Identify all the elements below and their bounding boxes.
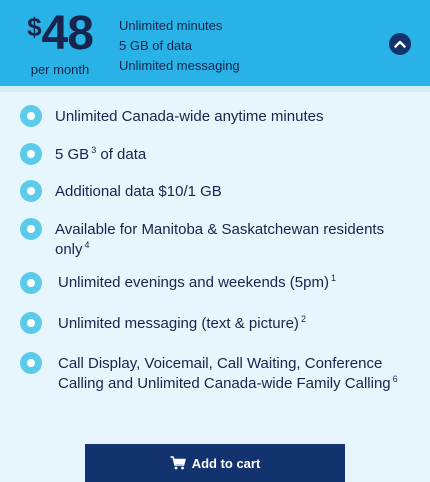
feature-text: Unlimited Canada-wide anytime minutes: [55, 108, 324, 125]
footnote-ref: 3: [91, 145, 97, 155]
footnote-ref: 1: [330, 273, 336, 283]
footnote-ref: 4: [84, 240, 90, 250]
chevron-up-icon: [394, 40, 406, 48]
footnote-ref: 2: [300, 314, 306, 324]
bullet-icon: [20, 180, 42, 202]
summary-line: 5 GB of data: [119, 38, 192, 53]
bullet-icon: [20, 352, 42, 374]
price-block: $ 48 per month: [18, 10, 102, 78]
price-amount: 48: [41, 7, 94, 60]
bullet-icon: [20, 218, 42, 240]
currency-symbol: $: [27, 12, 42, 42]
bullet-icon: [20, 312, 42, 334]
summary-line: Unlimited minutes: [119, 18, 223, 33]
plan-header: $ 48 per month Unlimited minutes 5 GB of…: [0, 0, 430, 86]
add-to-cart-label: Add to cart: [191, 455, 261, 471]
feature-text: Available for Manitoba & Saskatchewan re…: [55, 221, 385, 258]
bullet-icon: [20, 105, 42, 127]
collapse-button[interactable]: [389, 33, 411, 55]
feature-text: Additional data $10/1 GB: [55, 183, 222, 200]
cart-icon: [170, 456, 186, 470]
feature-text: Call Display, Voicemail, Call Waiting, C…: [58, 355, 398, 392]
bullet-icon: [20, 143, 42, 165]
feature-text: Unlimited evenings and weekends (5pm) 1: [58, 273, 336, 292]
feature-text: 5 GB 3 of data: [55, 145, 147, 164]
footnote-ref: 6: [392, 374, 398, 384]
feature-text: Unlimited messaging (text & picture) 2: [58, 314, 306, 333]
plan-summary: Unlimited minutes 5 GB of data Unlimited…: [119, 16, 240, 76]
header-divider: [0, 86, 430, 92]
add-to-cart-button[interactable]: Add to cart: [85, 444, 345, 482]
price-period: per month: [30, 62, 90, 77]
summary-line: Unlimited messaging: [119, 58, 240, 73]
bullet-icon: [20, 272, 42, 294]
price: $ 48: [18, 10, 102, 58]
